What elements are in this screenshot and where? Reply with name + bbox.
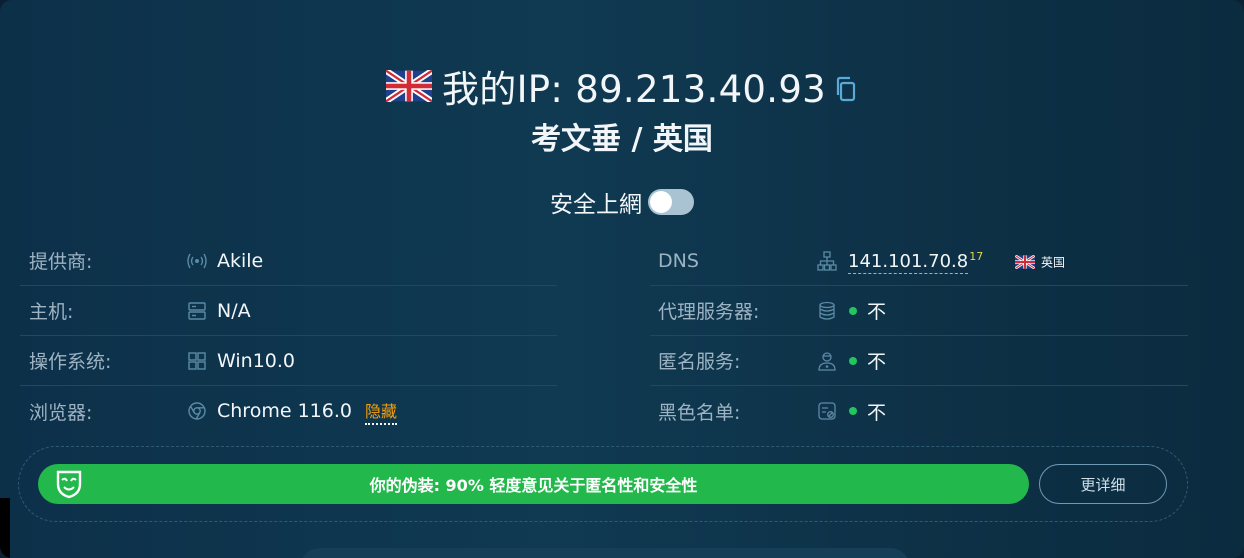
more-details-button[interactable]: 更详细 bbox=[1039, 464, 1167, 504]
info-row-os: 操作系统: Win10.0 bbox=[20, 336, 557, 386]
disguise-score-bar: 你的伪装: 90% 轻度意见关于匿名性和安全性 bbox=[38, 464, 1029, 504]
anonymizer-value: 不 bbox=[867, 351, 887, 373]
chrome-icon bbox=[188, 402, 206, 420]
info-row-blacklist: 黑色名单: 不 bbox=[650, 386, 1188, 436]
mask-shield-icon bbox=[56, 470, 82, 499]
secure-browsing-toggle[interactable] bbox=[648, 189, 694, 215]
database-icon bbox=[819, 301, 835, 320]
dns-country: 英国 bbox=[1040, 255, 1065, 269]
dns-ip-value[interactable]: 141.101.70.8 bbox=[848, 250, 969, 274]
ip-headline: 我的IP: 89.213.40.93 bbox=[0, 58, 1244, 114]
status-dot-green bbox=[849, 356, 857, 365]
browser-label: 浏览器: bbox=[29, 401, 93, 424]
location-text: 考文垂 / 英国 bbox=[531, 122, 713, 157]
info-row-provider: 提供商: Akile bbox=[20, 236, 557, 286]
proxy-label: 代理服务器: bbox=[658, 301, 760, 323]
anonymizer-label: 匿名服务: bbox=[658, 351, 741, 373]
blacklist-value-group: 不 bbox=[849, 398, 886, 425]
os-value: Win10.0 bbox=[217, 349, 295, 372]
windows-icon bbox=[188, 351, 206, 370]
bottom-panel-edge bbox=[300, 548, 910, 558]
host-value: N/A bbox=[217, 299, 251, 322]
provider-label: 提供商: bbox=[29, 251, 93, 273]
blacklist-value: 不 bbox=[867, 401, 887, 424]
browser-value: Chrome 116.0 bbox=[217, 400, 352, 422]
hide-browser-link[interactable]: 隐藏 bbox=[365, 398, 398, 425]
disguise-score-text: 你的伪装: 90% 轻度意见关于匿名性和安全性 bbox=[369, 476, 698, 495]
left-edge-shadow bbox=[0, 498, 10, 558]
copy-icon[interactable] bbox=[834, 75, 858, 103]
status-dot-green bbox=[849, 407, 857, 415]
host-label: 主机: bbox=[29, 301, 74, 323]
dns-count-badge: 17 bbox=[969, 249, 984, 263]
proxy-value: 不 bbox=[867, 301, 887, 323]
secure-browsing: 安全上網 bbox=[0, 185, 1244, 219]
blacklist-icon bbox=[818, 402, 836, 420]
os-label: 操作系统: bbox=[29, 351, 112, 373]
info-row-proxy: 代理服务器: 不 bbox=[650, 286, 1188, 336]
info-row-anonymizer: 匿名服务: 不 bbox=[650, 336, 1188, 386]
user-shield-icon bbox=[818, 351, 836, 371]
uk-flag-icon bbox=[386, 70, 432, 102]
info-row-dns: DNS 141.101.70.817 英国 bbox=[650, 236, 1188, 286]
dns-label: DNS bbox=[658, 249, 699, 272]
signal-icon bbox=[187, 253, 207, 268]
info-row-browser: 浏览器: Chrome 116.0 隐藏 bbox=[20, 386, 557, 436]
anonymizer-value-group: 不 bbox=[849, 347, 886, 374]
network-icon bbox=[817, 250, 837, 271]
info-row-host: 主机: N/A bbox=[20, 286, 557, 336]
uk-flag-small-icon bbox=[1014, 254, 1035, 269]
blacklist-label: 黑色名单: bbox=[658, 401, 741, 424]
secure-browsing-label: 安全上網 bbox=[550, 192, 642, 218]
provider-value: Akile bbox=[217, 249, 264, 272]
status-dot-green bbox=[849, 306, 857, 315]
proxy-value-group: 不 bbox=[849, 297, 886, 324]
ip-info-card: 我的IP: 89.213.40.93 考文垂 / 英国 安全上網 提供商: Ak… bbox=[0, 0, 1244, 558]
ip-address-text: 我的IP: 89.213.40.93 bbox=[442, 68, 826, 111]
dns-value-group: 141.101.70.817 英国 bbox=[848, 249, 1065, 274]
server-icon bbox=[188, 301, 206, 320]
toggle-knob bbox=[650, 191, 672, 213]
